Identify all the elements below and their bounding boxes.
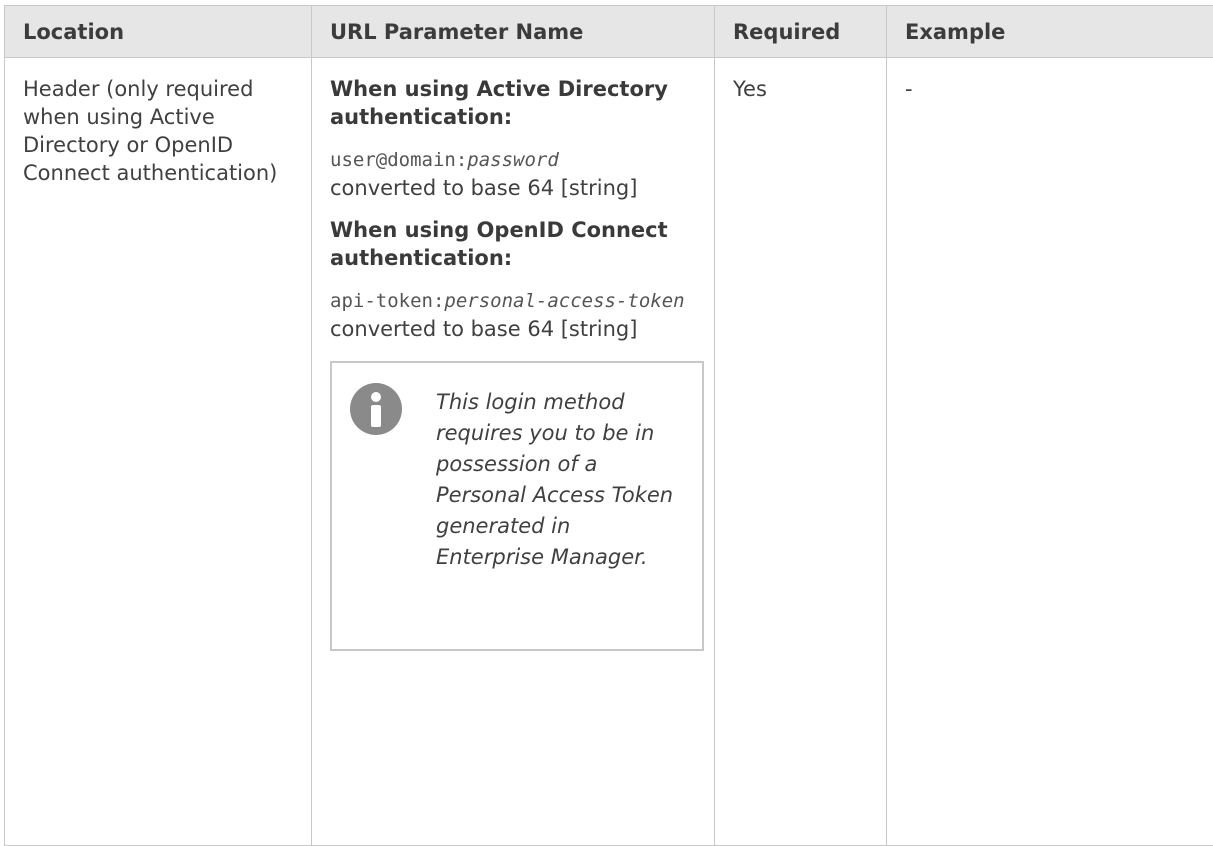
header-location: Location: [5, 6, 312, 58]
parameters-table: Location URL Parameter Name Required Exa…: [4, 5, 1213, 846]
oidc-code: api-token:personal-access-token: [330, 290, 685, 312]
info-icon: [350, 383, 402, 435]
required-value: Yes: [733, 77, 767, 101]
cell-location: Header (only required when using Active …: [5, 58, 312, 846]
oidc-code-italic: personal-access-token: [444, 290, 684, 312]
table-header-row: Location URL Parameter Name Required Exa…: [5, 6, 1213, 58]
ad-code-plain: user@domain:: [330, 149, 467, 171]
ad-heading: When using Active Directory authenticati…: [330, 75, 704, 131]
table-row: Header (only required when using Active …: [5, 58, 1213, 846]
cell-example: -: [887, 58, 1213, 846]
note-text: This login method requires you to be in …: [436, 387, 684, 629]
header-url-parameter-name: URL Parameter Name: [312, 6, 715, 58]
location-text: Header (only required when using Active …: [23, 77, 277, 185]
note-box: This login method requires you to be in …: [330, 361, 704, 651]
header-example: Example: [887, 6, 1213, 58]
ad-format: user@domain:password converted to base 6…: [330, 145, 704, 202]
oidc-heading: When using OpenID Connect authentication…: [330, 216, 704, 272]
ad-code: user@domain:password: [330, 149, 559, 171]
cell-url-parameter-name: When using Active Directory authenticati…: [312, 58, 715, 846]
ad-code-italic: password: [467, 149, 559, 171]
header-required: Required: [715, 6, 887, 58]
ad-suffix: converted to base 64 [string]: [330, 176, 637, 200]
oidc-suffix: converted to base 64 [string]: [330, 317, 637, 341]
oidc-format: api-token:personal-access-token converte…: [330, 286, 704, 343]
cell-required: Yes: [715, 58, 887, 846]
oidc-code-plain: api-token:: [330, 290, 444, 312]
example-value: -: [905, 77, 913, 101]
